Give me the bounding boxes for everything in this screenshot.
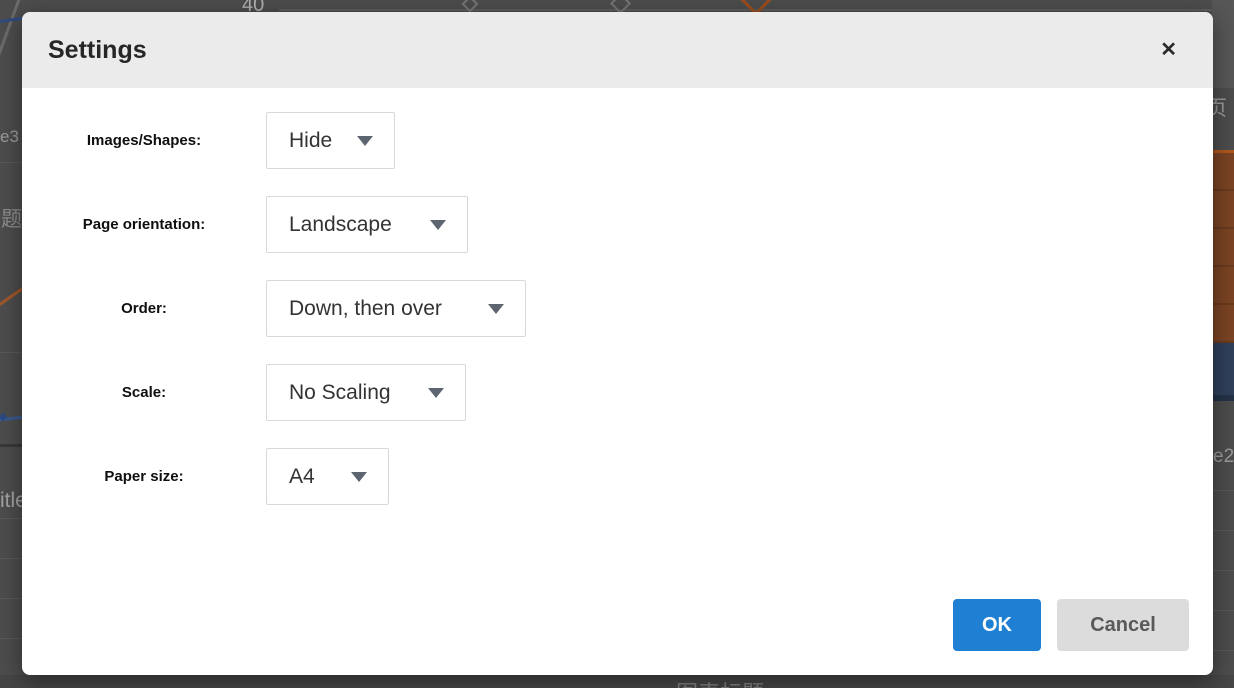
field-row-paper-size: Paper size: A4 — [22, 448, 1213, 505]
order-label: Order: — [22, 300, 266, 317]
dialog-title: Settings — [48, 36, 147, 65]
paper-size-value: A4 — [289, 465, 315, 489]
bg-chart-gridline — [1212, 610, 1234, 611]
ok-button[interactable]: OK — [953, 599, 1041, 651]
scale-value: No Scaling — [289, 381, 391, 405]
field-row-page-orientation: Page orientation: Landscape — [22, 196, 1213, 253]
chevron-down-icon — [428, 388, 444, 398]
dialog-header: Settings ✕ — [22, 12, 1213, 88]
close-icon: ✕ — [1160, 39, 1177, 61]
images-shapes-label: Images/Shapes: — [22, 132, 266, 149]
bg-series-label: e2 — [1213, 446, 1234, 468]
settings-dialog: Settings ✕ Images/Shapes: Hide Page orie… — [22, 12, 1213, 675]
bg-chart-gridline — [0, 518, 22, 519]
bg-chart-gridline — [0, 352, 22, 353]
dialog-body: Images/Shapes: Hide Page orientation: La… — [22, 88, 1213, 505]
bg-chart-gridline — [1212, 570, 1234, 571]
bg-bottom-strip — [0, 675, 1234, 688]
paper-size-label: Paper size: — [22, 468, 266, 485]
chevron-down-icon — [430, 220, 446, 230]
bg-chart-title-fragment: itle — [0, 489, 22, 513]
bg-chart-axis-line — [0, 444, 23, 447]
dialog-footer: OK Cancel — [953, 599, 1189, 651]
close-button[interactable]: ✕ — [1154, 34, 1183, 66]
field-row-images-shapes: Images/Shapes: Hide — [22, 112, 1213, 169]
bg-chart-gridline — [0, 638, 22, 639]
paper-size-dropdown[interactable]: A4 — [266, 448, 389, 505]
bg-chart-line — [0, 0, 21, 64]
bg-chart-gridline — [1212, 490, 1234, 491]
images-shapes-value: Hide — [289, 129, 332, 153]
order-value: Down, then over — [289, 297, 442, 321]
field-row-scale: Scale: No Scaling — [22, 364, 1213, 421]
bg-blue-series-area — [1211, 343, 1234, 395]
scale-label: Scale: — [22, 384, 266, 401]
bg-chart-gridline — [0, 162, 22, 163]
bg-chart-gridline — [0, 598, 22, 599]
bg-panel — [1212, 0, 1234, 88]
bg-orange-series-area — [1211, 153, 1234, 343]
chevron-down-icon — [357, 136, 373, 146]
page-orientation-value: Landscape — [289, 213, 392, 237]
field-row-order: Order: Down, then over — [22, 280, 1213, 337]
scale-dropdown[interactable]: No Scaling — [266, 364, 466, 421]
bg-series-label: e3 — [0, 127, 19, 147]
chevron-down-icon — [488, 304, 504, 314]
cancel-button[interactable]: Cancel — [1057, 599, 1189, 651]
bg-blue-series-edge — [1211, 395, 1234, 401]
images-shapes-dropdown[interactable]: Hide — [266, 112, 395, 169]
bg-text-fragment: 页 — [1212, 92, 1234, 117]
bg-axis-title: 标题 — [0, 203, 22, 228]
chevron-down-icon — [351, 472, 367, 482]
page-orientation-dropdown[interactable]: Landscape — [266, 196, 468, 253]
page-orientation-label: Page orientation: — [22, 216, 266, 233]
bg-chart-gridline — [1212, 530, 1234, 531]
bg-chart-gridline — [0, 558, 22, 559]
bg-chart-gridline — [1212, 650, 1234, 651]
order-dropdown[interactable]: Down, then over — [266, 280, 526, 337]
bg-chart-title-fragment: 图表标题 — [676, 677, 806, 688]
